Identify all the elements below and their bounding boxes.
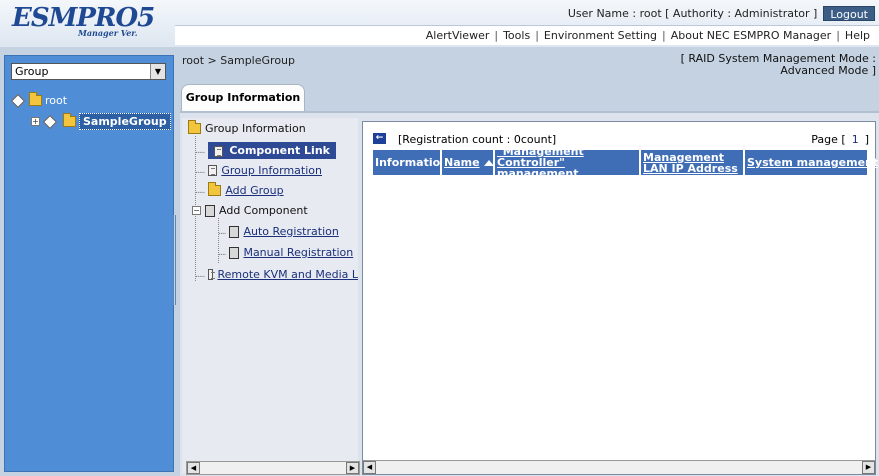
menu-help[interactable]: Help (840, 29, 875, 42)
nav-root-label: Group Information (205, 122, 306, 135)
nav-item-remote-kvm[interactable]: ..... Remote KVM and Media L (195, 268, 358, 281)
logo-sub-text: Manager Ver. (78, 28, 138, 38)
page-label: Page [ (811, 133, 846, 146)
server-icon (205, 204, 215, 217)
back-arrow-icon[interactable]: ← (373, 133, 386, 144)
main-horizontal-scrollbar[interactable]: ◀ ▶ (363, 460, 875, 474)
tab-group-information[interactable]: Group Information (181, 84, 305, 112)
sidebar-tree-panel: Group ▼ root + SampleGroup (4, 55, 174, 472)
nav-horizontal-scrollbar[interactable]: ◀ ▶ (186, 461, 360, 475)
scroll-right-icon[interactable]: ▶ (862, 461, 875, 474)
page-number-link[interactable]: 1 (846, 133, 865, 146)
nav-item-label: Component Link (208, 142, 336, 159)
server-icon (229, 225, 240, 238)
column-management-controller[interactable]: "Management Controller" management (495, 146, 641, 179)
nav-item-label[interactable]: Add Group (225, 184, 283, 197)
expand-icon[interactable]: + (31, 117, 40, 126)
tree-node-root[interactable]: root (10, 92, 68, 108)
chevron-down-icon[interactable]: ▼ (150, 64, 165, 79)
logout-button[interactable]: Logout (823, 5, 875, 21)
page-indicator: Page [1] (811, 133, 869, 146)
tree-node-label: SampleGroup (79, 113, 171, 130)
collapse-icon[interactable]: − (192, 206, 201, 215)
header-bar: ESMPRO5 Manager Ver. User Name : root [ … (0, 0, 879, 47)
folder-icon (208, 182, 222, 196)
scroll-right-icon[interactable]: ▶ (346, 462, 359, 474)
folder-icon (29, 92, 42, 106)
panel-splitter-handle[interactable] (173, 215, 176, 305)
document-icon (208, 165, 218, 176)
raid-mode-text: [ RAID System Management Mode : Advanced… (680, 52, 876, 77)
node-diamond-icon (10, 93, 26, 108)
column-system-management[interactable]: System management (745, 150, 878, 175)
nav-item-manual-registration[interactable]: .... Manual Registration (218, 246, 353, 259)
menu-environment-setting[interactable]: Environment Setting (539, 29, 662, 42)
nav-item-label[interactable]: Remote KVM and Media L (217, 268, 358, 281)
tree-node-samplegroup[interactable]: + SampleGroup (31, 113, 171, 130)
group-select[interactable]: Group ▼ (11, 63, 166, 80)
nav-item-label: Add Component (219, 204, 308, 217)
scroll-left-icon[interactable]: ◀ (363, 461, 376, 474)
nav-item-label[interactable]: Auto Registration (243, 225, 338, 238)
nav-item-add-group[interactable]: ..... Add Group (195, 182, 284, 197)
menu-tools[interactable]: Tools (498, 29, 535, 42)
content-frame: Group Information ..... Component Link .… (180, 111, 879, 476)
nav-root: Group Information (188, 120, 306, 135)
server-icon (229, 246, 240, 259)
column-information: Information (373, 150, 448, 175)
user-info-bar: User Name : root [ Authority : Administr… (568, 5, 875, 21)
esmpro-logo: ESMPRO5 Manager Ver. (12, 3, 172, 41)
nav-item-add-component[interactable]: − Add Component (192, 204, 308, 217)
document-icon (208, 269, 216, 280)
nav-item-group-information[interactable]: ..... Group Information (195, 164, 322, 177)
column-management-lan-ip[interactable]: Management LAN IP Address (641, 150, 745, 175)
user-info-text: User Name : root [ Authority : Administr… (567, 6, 818, 20)
document-icon (214, 145, 224, 157)
breadcrumb: root > SampleGroup (182, 54, 295, 67)
nav-item-auto-registration[interactable]: .... Auto Registration (218, 225, 339, 238)
node-diamond-icon (42, 114, 58, 129)
tree-node-label: root (45, 94, 68, 107)
group-select-value: Group (15, 65, 49, 78)
nav-item-component-link[interactable]: ..... Component Link (195, 142, 336, 159)
top-menu-bar: AlertViewer | Tools | Environment Setting |… (175, 25, 879, 45)
scroll-left-icon[interactable]: ◀ (187, 462, 200, 474)
page-close: ] (864, 133, 869, 146)
menu-about[interactable]: About NEC ESMPRO Manager (666, 29, 836, 42)
column-name[interactable]: Name (442, 150, 495, 175)
sort-ascending-icon (483, 159, 494, 166)
nav-item-label[interactable]: Manual Registration (243, 246, 353, 259)
nav-frame: Group Information ..... Component Link .… (182, 118, 360, 475)
nav-item-label[interactable]: Group Information (221, 164, 322, 177)
folder-open-icon (188, 120, 201, 134)
menu-alertviewer[interactable]: AlertViewer (421, 29, 495, 42)
main-frame: ← [Registration count : 0count] Page [1]… (362, 121, 878, 475)
component-table-header: Information Name "Management Controller"… (373, 146, 878, 179)
folder-icon (63, 113, 76, 127)
